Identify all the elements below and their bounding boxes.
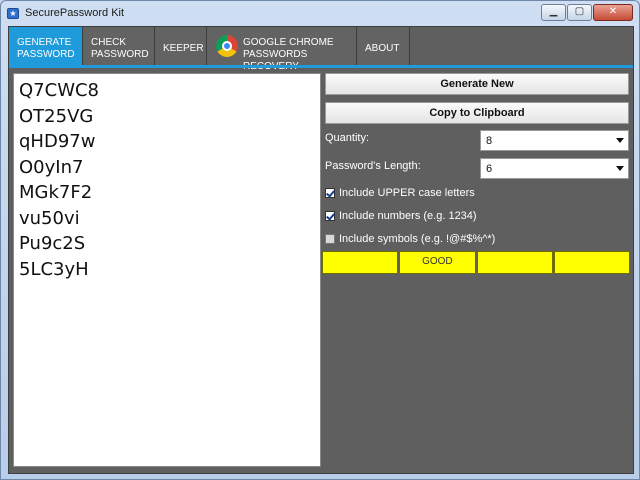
title-bar[interactable]: ★ SecurePassword Kit ▁ ▢ ✕ xyxy=(1,1,639,25)
password-item[interactable]: vu50vi xyxy=(19,206,320,232)
symbols-option[interactable]: Include symbols (e.g. !@#$%^*) xyxy=(325,233,495,245)
tab-label-line2: Passwords Recovery xyxy=(243,49,308,72)
password-item[interactable]: OT25VG xyxy=(19,104,320,130)
length-select[interactable]: 6 xyxy=(480,158,629,179)
maximize-button[interactable]: ▢ xyxy=(567,4,592,21)
tab-keeper[interactable]: Keeper xyxy=(155,27,207,65)
tab-label: Keeper xyxy=(163,43,204,54)
strength-segment xyxy=(322,251,399,274)
password-item[interactable]: MGk7F2 xyxy=(19,180,320,206)
minimize-button[interactable]: ▁ xyxy=(541,4,566,21)
password-item[interactable]: Q7CWC8 xyxy=(19,78,320,104)
tab-label-line1: Google Chrome xyxy=(243,37,334,48)
password-item[interactable]: qHD97w xyxy=(19,129,320,155)
strength-segment xyxy=(476,251,553,274)
window-controls: ▁ ▢ ✕ xyxy=(541,4,633,21)
tab-label-line2: Password xyxy=(17,49,75,60)
client-area: Generate Password Check Password Keeper … xyxy=(8,26,634,474)
strength-segment: GOOD xyxy=(399,251,476,274)
app-icon: ★ xyxy=(7,8,19,19)
quantity-select[interactable]: 8 xyxy=(480,130,629,151)
tab-check-password[interactable]: Check Password xyxy=(83,27,155,65)
upper-case-checkbox[interactable] xyxy=(325,188,335,198)
numbers-checkbox[interactable] xyxy=(325,211,335,221)
app-window: ★ SecurePassword Kit ▁ ▢ ✕ Generate Pass… xyxy=(0,0,640,480)
chrome-icon xyxy=(216,35,238,57)
upper-case-label: Include UPPER case letters xyxy=(339,187,475,199)
strength-meter: GOOD xyxy=(322,251,630,274)
tab-label: Generate Password xyxy=(17,37,75,61)
copy-to-clipboard-button[interactable]: Copy to Clipboard xyxy=(325,102,629,124)
chevron-down-icon xyxy=(616,138,624,143)
upper-case-option[interactable]: Include UPPER case letters xyxy=(325,187,475,199)
tab-chrome-recovery[interactable]: Google Chrome Passwords Recovery xyxy=(207,27,357,72)
close-button[interactable]: ✕ xyxy=(593,4,633,21)
tab-about[interactable]: About xyxy=(357,27,410,65)
length-label: Password's Length: xyxy=(325,160,421,172)
numbers-option[interactable]: Include numbers (e.g. 1234) xyxy=(325,210,477,222)
tab-label-line2: Password xyxy=(91,49,149,60)
tab-generate-password[interactable]: Generate Password xyxy=(9,27,83,65)
tab-underline xyxy=(9,65,633,68)
numbers-label: Include numbers (e.g. 1234) xyxy=(339,210,477,222)
password-item[interactable]: 5LC3yH xyxy=(19,257,320,283)
length-value: 6 xyxy=(486,163,493,175)
symbols-checkbox[interactable] xyxy=(325,234,335,244)
symbols-label: Include symbols (e.g. !@#$%^*) xyxy=(339,233,496,245)
tab-label: Check Password xyxy=(91,37,149,61)
strength-segment xyxy=(553,251,630,274)
generate-new-button[interactable]: Generate New xyxy=(325,73,629,95)
tab-label: About xyxy=(365,43,400,54)
chevron-down-icon xyxy=(616,166,624,171)
quantity-value: 8 xyxy=(486,135,493,147)
tab-label-line1: Generate xyxy=(17,37,72,48)
window-title: SecurePassword Kit xyxy=(25,7,125,19)
quantity-label: Quantity: xyxy=(325,132,370,144)
password-list[interactable]: Q7CWC8 OT25VG qHD97w O0yIn7 MGk7F2 vu50v… xyxy=(13,73,321,467)
tab-label-line1: Check xyxy=(91,37,127,48)
tab-bar: Generate Password Check Password Keeper … xyxy=(9,27,633,72)
password-item[interactable]: Pu9c2S xyxy=(19,231,320,257)
password-item[interactable]: O0yIn7 xyxy=(19,155,320,181)
